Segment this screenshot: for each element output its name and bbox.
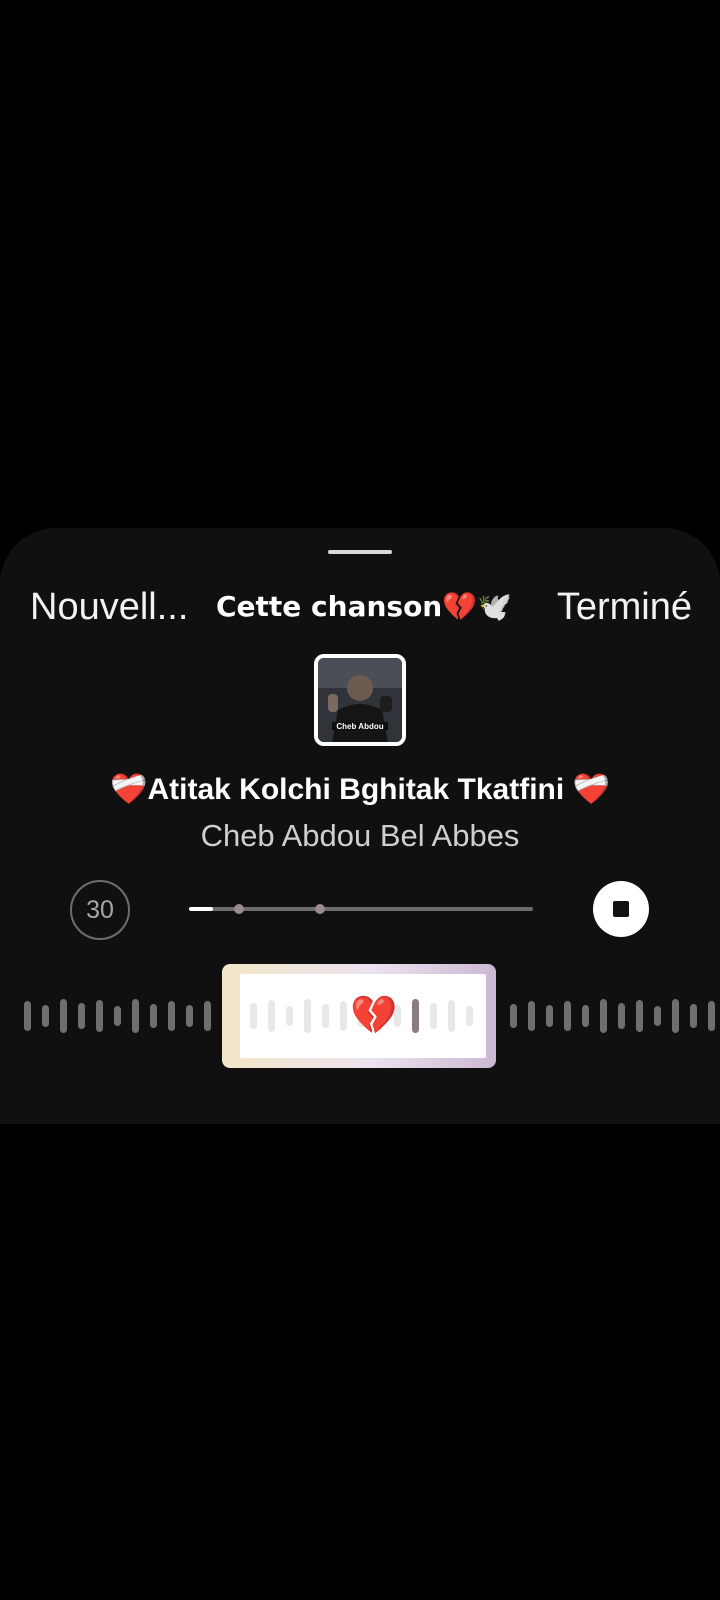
selection-waveform-bar <box>466 1006 473 1026</box>
waveform-bar <box>708 1001 715 1031</box>
album-cover[interactable]: Cheb Abdou <box>314 654 406 746</box>
selection-waveform-bar <box>304 999 311 1033</box>
music-picker-sheet: Nouvell... Cette chanson💔🕊️ Terminé Cheb… <box>0 528 720 1124</box>
waveform-bar <box>582 1005 589 1027</box>
clip-selection-window: 💔 <box>240 974 486 1058</box>
selection-waveform-bar <box>286 1006 293 1026</box>
clip-selection-handle[interactable]: 💔 <box>222 964 496 1068</box>
selection-waveform-bar <box>268 1000 275 1032</box>
waveform-bar <box>78 1003 85 1029</box>
selection-waveform-bar <box>430 1003 437 1029</box>
selection-waveform-bar <box>448 1000 455 1032</box>
selection-waveform-bar <box>250 1003 257 1029</box>
waveform-bar <box>114 1006 121 1026</box>
track-artist: Cheb Abdou Bel Abbes <box>200 818 520 853</box>
waveform-bar <box>204 1001 211 1031</box>
selection-waveform-bar <box>412 999 419 1033</box>
waveform-bar <box>528 1001 535 1031</box>
waveform-bar <box>150 1004 157 1028</box>
waveform-bar <box>636 1000 643 1032</box>
stop-icon <box>613 901 629 917</box>
waveform-bar <box>546 1005 553 1027</box>
album-cover-caption: Cheb Abdou <box>336 722 384 731</box>
selection-waveform-bar <box>340 1001 347 1031</box>
new-button[interactable]: Nouvell... <box>30 586 188 629</box>
stop-button[interactable] <box>593 881 649 937</box>
drag-handle[interactable] <box>328 550 392 554</box>
waveform-bar <box>564 1001 571 1031</box>
waveform-bar <box>24 1001 31 1031</box>
waveform-bar <box>168 1001 175 1031</box>
track-title: ❤️‍🩹Atitak Kolchi Bghitak Tkatfini ❤️‍🩹 <box>110 773 610 806</box>
done-button[interactable]: Terminé <box>557 586 692 629</box>
progress-fill <box>189 907 214 911</box>
waveform-bar <box>186 1005 193 1027</box>
waveform-bar <box>618 1003 625 1029</box>
waveform-bar <box>42 1005 49 1027</box>
progress-marker <box>314 904 325 914</box>
waveform-bar <box>510 1004 517 1028</box>
waveform-bar <box>60 999 67 1033</box>
waveform-bar <box>132 999 139 1033</box>
waveform-bar <box>96 1000 103 1032</box>
waveform-bar <box>690 1004 697 1028</box>
waveform-bar <box>600 999 607 1033</box>
progress-track[interactable] <box>189 904 533 914</box>
selection-waveform-bar <box>322 1004 329 1028</box>
progress-marker <box>233 904 244 914</box>
waveform-bar <box>654 1006 661 1026</box>
waveform-bar <box>672 999 679 1033</box>
broken-heart-icon: 💔 <box>350 995 398 1037</box>
sheet-title: Cette chanson💔🕊️ <box>216 590 512 623</box>
sheet-top-bar: Nouvell... Cette chanson💔🕊️ Terminé <box>0 578 720 638</box>
duration-button[interactable]: 30 <box>70 880 130 940</box>
screen: Nouvell... Cette chanson💔🕊️ Terminé Cheb… <box>0 0 720 1600</box>
